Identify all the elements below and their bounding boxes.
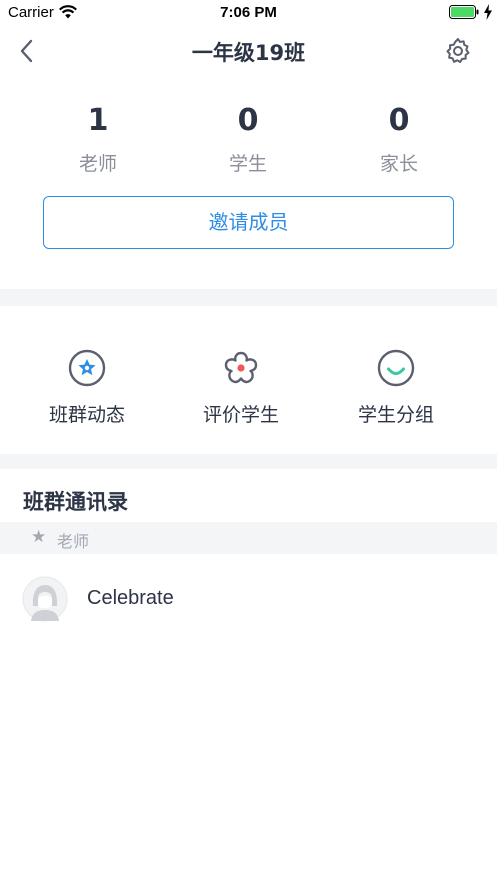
star-badge-icon xyxy=(68,349,106,387)
nav-bar: 一年级19班 xyxy=(0,26,497,78)
feature-evaluate-students[interactable]: 评价学生 xyxy=(171,340,311,440)
page-title: 一年级19班 xyxy=(191,41,306,65)
stat-parents-count: 0 xyxy=(388,103,410,138)
stat-teachers-label: 老师 xyxy=(78,153,117,175)
class-detail-screen: Carrier 7:06 PM 一年级19班 1 老师 0 学生 0 家长 邀请… xyxy=(0,0,497,883)
charging-bolt-icon xyxy=(484,4,492,20)
contacts-section-title: 班群通讯录 xyxy=(23,490,128,514)
status-time: 7:06 PM xyxy=(220,4,277,21)
settings-gear-icon[interactable] xyxy=(443,36,473,66)
stat-students-count: 0 xyxy=(237,103,259,138)
feature-evaluate-students-label: 评价学生 xyxy=(202,404,279,426)
feature-student-groups-label: 学生分组 xyxy=(357,404,434,426)
stat-students-label: 学生 xyxy=(228,153,267,175)
avatar-icon xyxy=(22,576,68,622)
feature-class-feed[interactable]: 班群动态 xyxy=(17,340,157,440)
status-bar: Carrier 7:06 PM xyxy=(0,0,497,26)
section-divider xyxy=(0,454,497,469)
battery-icon xyxy=(449,5,479,19)
invite-members-button[interactable]: 邀请成员 xyxy=(43,196,454,249)
smile-icon xyxy=(377,349,415,387)
member-name: Celebrate xyxy=(87,587,174,609)
contacts-group-label: 老师 xyxy=(57,532,90,551)
section-divider xyxy=(0,289,497,306)
feature-student-groups[interactable]: 学生分组 xyxy=(326,340,466,440)
stat-parents-label: 家长 xyxy=(379,153,418,175)
flower-icon xyxy=(224,351,258,384)
star-icon: ★ xyxy=(31,527,47,547)
stat-teachers-count: 1 xyxy=(87,103,109,138)
feature-class-feed-label: 班群动态 xyxy=(48,404,125,426)
member-row[interactable]: Celebrate xyxy=(0,570,497,632)
contacts-group-header: ★ 老师 xyxy=(0,522,497,554)
